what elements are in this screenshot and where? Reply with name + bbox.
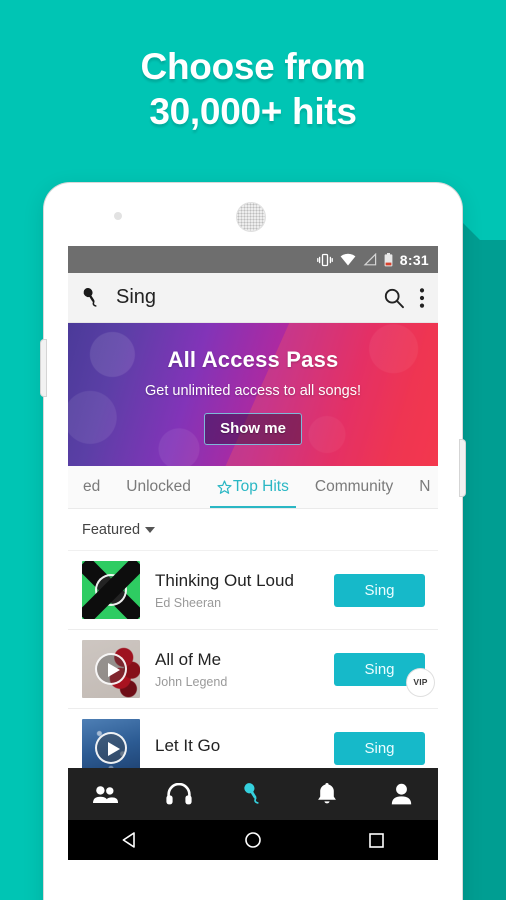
tab-label: Top Hits	[232, 478, 289, 495]
tab-bar: ed Unlocked Top Hits Community N	[68, 466, 438, 509]
banner-subtitle: Get unlimited access to all songs!	[145, 383, 361, 399]
nav-item-sing[interactable]	[216, 781, 290, 807]
status-bar: 8:31	[68, 246, 438, 273]
recents-square-icon	[369, 832, 384, 848]
microphone-icon	[244, 783, 259, 804]
song-list: Thinking Out Loud Ed Sheeran Sing All of…	[68, 551, 438, 788]
android-system-nav	[68, 820, 438, 860]
star-icon	[217, 479, 232, 494]
tab-label: Unlocked	[126, 478, 191, 495]
phone-side-button-left[interactable]	[41, 340, 46, 396]
wifi-icon	[340, 253, 356, 266]
vip-badge: VIP	[407, 668, 434, 696]
phone-screen: 8:31 Sing All Access Pass Get unlimited …	[68, 246, 438, 860]
nav-home[interactable]	[191, 831, 314, 849]
signal-icon	[363, 253, 376, 266]
front-camera-icon	[114, 212, 122, 220]
phone-side-button-right[interactable]	[460, 440, 465, 496]
status-bar-clock: 8:31	[399, 251, 429, 268]
vibrate-icon	[316, 253, 333, 266]
home-circle-icon	[245, 832, 261, 848]
more-vertical-icon[interactable]	[419, 287, 425, 309]
song-title: Thinking Out Loud	[155, 570, 294, 590]
album-art	[82, 561, 140, 619]
tab-top-hits[interactable]: Top Hits	[204, 466, 302, 508]
bottom-navigation-bar	[68, 768, 438, 820]
nav-item-headphones[interactable]	[142, 783, 216, 805]
promo-headline: Choose from 30,000+ hits	[0, 44, 506, 134]
people-icon	[93, 785, 118, 803]
nav-item-notifications[interactable]	[290, 782, 364, 806]
all-access-pass-banner[interactable]: All Access Pass Get unlimited access to …	[68, 323, 438, 466]
play-icon[interactable]	[95, 653, 127, 685]
microphone-icon[interactable]	[81, 286, 102, 310]
headline-line-2: 30,000+ hits	[149, 91, 357, 132]
nav-back[interactable]	[68, 831, 191, 849]
app-bar-title: Sing	[116, 286, 157, 308]
nav-item-people[interactable]	[68, 785, 142, 804]
back-triangle-icon	[122, 832, 135, 848]
song-title: Let It Go	[155, 735, 221, 755]
tab-label: N	[419, 478, 431, 495]
sing-button[interactable]: Sing	[334, 731, 425, 765]
headphones-icon	[166, 783, 192, 805]
headline-line-1: Choose from	[140, 46, 366, 87]
sing-button[interactable]: Sing	[334, 573, 425, 607]
chevron-down-icon	[145, 526, 156, 533]
app-bar: Sing	[68, 273, 438, 323]
featured-filter-label: Featured	[82, 521, 141, 538]
nav-item-profile[interactable]	[364, 783, 438, 805]
search-icon[interactable]	[383, 287, 405, 309]
tab-unlocked-prev[interactable]: ed	[70, 466, 113, 508]
song-row[interactable]: All of Me John Legend Sing VIP	[68, 630, 438, 709]
nav-recents[interactable]	[315, 832, 438, 849]
promo-screenshot: Choose from 30,000+ hits 8:31 Sing All A…	[0, 0, 506, 900]
show-me-button[interactable]: Show me	[204, 413, 302, 445]
featured-filter[interactable]: Featured	[68, 509, 438, 551]
earpiece-speaker	[237, 203, 265, 231]
song-row[interactable]: Thinking Out Loud Ed Sheeran Sing	[68, 551, 438, 630]
play-icon[interactable]	[95, 732, 127, 764]
play-icon[interactable]	[95, 574, 127, 606]
bell-icon	[318, 782, 336, 803]
song-artist: John Legend	[155, 674, 228, 689]
song-artist: Ed Sheeran	[155, 595, 222, 610]
tab-community[interactable]: Community	[302, 466, 406, 508]
tab-unlocked[interactable]: Unlocked	[113, 466, 204, 508]
person-icon	[391, 783, 411, 805]
banner-title: All Access Pass	[167, 347, 339, 372]
tab-label: Community	[314, 478, 394, 495]
tab-label: ed	[83, 478, 101, 495]
battery-icon	[384, 252, 393, 266]
album-art	[82, 640, 140, 698]
tab-next[interactable]: N	[406, 466, 438, 508]
song-title: All of Me	[155, 649, 222, 669]
